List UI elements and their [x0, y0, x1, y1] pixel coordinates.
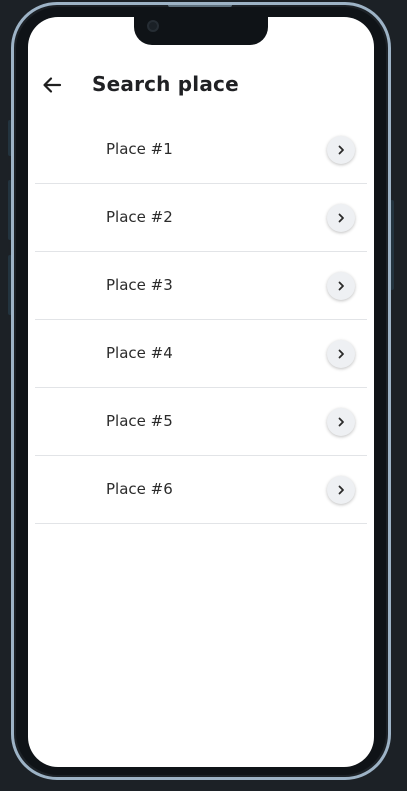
open-place-button[interactable]: [327, 476, 355, 504]
notch: [134, 17, 268, 45]
chevron-right-icon: [338, 281, 344, 291]
open-place-button[interactable]: [327, 408, 355, 436]
chevron-right-icon: [338, 417, 344, 427]
back-button[interactable]: [38, 71, 66, 99]
chevron-right-icon: [338, 145, 344, 155]
arrow-left-icon: [43, 77, 62, 93]
place-label: Place #3: [106, 276, 173, 294]
place-label: Place #4: [106, 344, 173, 362]
list-item[interactable]: Place #2: [35, 184, 367, 252]
camera-icon: [147, 20, 159, 32]
place-label: Place #5: [106, 412, 173, 430]
page-title: Search place: [92, 72, 239, 96]
phone-screen: Search place Place #1 Place #2 Place #3: [28, 17, 374, 767]
list-item[interactable]: Place #4: [35, 320, 367, 388]
place-label: Place #6: [106, 480, 173, 498]
place-label: Place #1: [106, 140, 173, 158]
open-place-button[interactable]: [327, 204, 355, 232]
device-mockup: Search place Place #1 Place #2 Place #3: [0, 0, 407, 791]
list-item[interactable]: Place #5: [35, 388, 367, 456]
places-list: Place #1 Place #2 Place #3 Place #4 Plac…: [35, 116, 367, 524]
place-label: Place #2: [106, 208, 173, 226]
chevron-right-icon: [338, 485, 344, 495]
chevron-right-icon: [338, 213, 344, 223]
list-item[interactable]: Place #3: [35, 252, 367, 320]
list-item[interactable]: Place #1: [35, 116, 367, 184]
open-place-button[interactable]: [327, 340, 355, 368]
open-place-button[interactable]: [327, 272, 355, 300]
chevron-right-icon: [338, 349, 344, 359]
app-header: Search place: [28, 63, 374, 107]
list-item[interactable]: Place #6: [35, 456, 367, 524]
open-place-button[interactable]: [327, 136, 355, 164]
